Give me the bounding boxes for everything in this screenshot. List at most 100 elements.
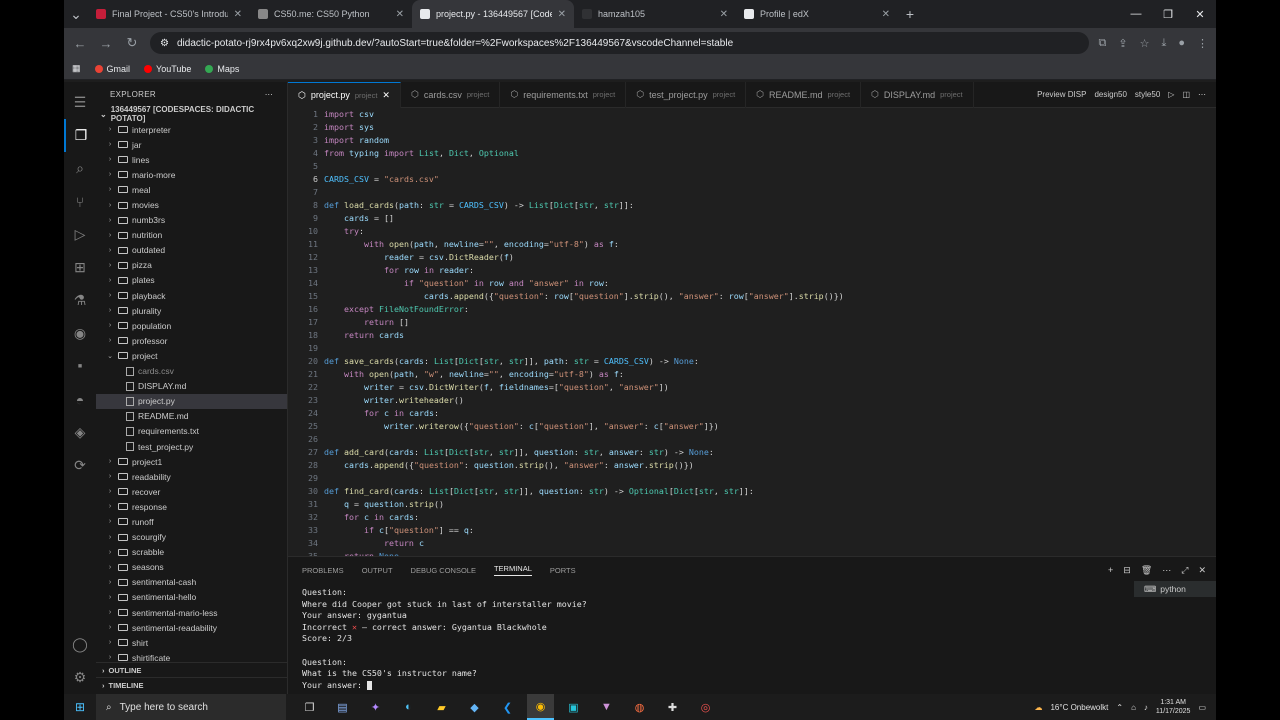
folder-item[interactable]: › runoff bbox=[96, 514, 287, 529]
share-icon[interactable]: ⇪ bbox=[1118, 37, 1127, 50]
browser-tab[interactable]: Final Project - CS50's Introduct ✕ bbox=[88, 0, 250, 28]
folder-item[interactable]: › numb3rs bbox=[96, 213, 287, 228]
bookmark-item[interactable]: Gmail bbox=[94, 64, 130, 74]
clock[interactable]: 1:31 AM 11/17/2025 bbox=[1156, 698, 1191, 716]
close-panel-icon[interactable]: ✕ bbox=[1198, 565, 1206, 576]
file-item[interactable]: requirements.txt bbox=[96, 424, 287, 439]
folder-item[interactable]: › seasons bbox=[96, 560, 287, 575]
task-view-icon[interactable]: ❐ bbox=[296, 694, 323, 720]
code-editor[interactable]: 1 import csv 2 import sys 3 import random 4 fro… bbox=[288, 108, 1216, 556]
new-terminal-icon[interactable]: + bbox=[1108, 565, 1113, 576]
browser-tab[interactable]: Profile | edX ✕ bbox=[736, 0, 898, 28]
folder-item[interactable]: › sentimental-mario-less bbox=[96, 605, 287, 620]
notification-icon[interactable]: ▭ bbox=[1198, 703, 1206, 712]
git-icon[interactable]: ✚ bbox=[659, 694, 686, 720]
editor-tab[interactable]: ⬡ project.py project ✕ bbox=[288, 81, 401, 108]
notepad-icon[interactable]: ▣ bbox=[560, 694, 587, 720]
folder-item[interactable]: › readability bbox=[96, 469, 287, 484]
menu-icon[interactable]: ☰ bbox=[64, 86, 96, 119]
folder-item[interactable]: › response bbox=[96, 499, 287, 514]
folder-item[interactable]: › plates bbox=[96, 273, 287, 288]
editor-tab[interactable]: ⬡ README.md project bbox=[746, 81, 862, 108]
editor-tab[interactable]: ⬡ cards.csv project bbox=[401, 81, 501, 108]
github-icon[interactable]: ◉ bbox=[64, 317, 96, 350]
more-actions-icon[interactable]: ⋯ bbox=[1162, 565, 1171, 576]
minimize-icon[interactable]: — bbox=[1120, 0, 1152, 28]
remote-icon[interactable]: ⟳ bbox=[64, 449, 96, 482]
more-actions-icon[interactable]: ⋯ bbox=[1198, 90, 1206, 99]
reload-icon[interactable]: ↻ bbox=[124, 35, 140, 51]
package-icon[interactable]: ◈ bbox=[64, 416, 96, 449]
file-item[interactable]: project.py bbox=[96, 393, 287, 409]
close-icon[interactable]: ✕ bbox=[382, 90, 390, 101]
folder-item[interactable]: › plurality bbox=[96, 303, 287, 318]
volume-icon[interactable]: ♪ bbox=[1144, 703, 1148, 712]
bookmark-star-icon[interactable]: ☆ bbox=[1140, 37, 1150, 50]
weather-icon[interactable]: ☁ bbox=[1034, 703, 1042, 712]
settings-gear-icon[interactable]: ⚙ bbox=[64, 661, 96, 694]
source-control-icon[interactable]: ⑂ bbox=[64, 185, 96, 218]
windows-start-icon[interactable]: ⊞ bbox=[64, 700, 96, 714]
panel-tab-ports[interactable]: PORTS bbox=[550, 566, 576, 575]
download-icon[interactable]: ⤓ bbox=[1161, 37, 1166, 50]
timeline-section[interactable]: › TIMELINE bbox=[96, 677, 287, 692]
tab-search-icon[interactable]: ⌄ bbox=[64, 0, 88, 28]
folder-item[interactable]: › jar bbox=[96, 137, 287, 152]
chevron-up-icon[interactable]: ⌃ bbox=[1116, 703, 1123, 712]
folder-item[interactable]: ⌄ project bbox=[96, 348, 287, 363]
menu-kebab-icon[interactable]: ⋮ bbox=[1197, 37, 1208, 50]
folder-item[interactable]: › sentimental-hello bbox=[96, 590, 287, 605]
chrome-icon[interactable]: ◉ bbox=[527, 694, 554, 720]
terminal-prompt[interactable]: Your answer: bbox=[302, 680, 1122, 692]
folder-item[interactable]: › mario-more bbox=[96, 167, 287, 182]
style50-button[interactable]: style50 bbox=[1135, 90, 1160, 99]
folder-item[interactable]: › sentimental-readability bbox=[96, 620, 287, 635]
folder-item[interactable]: › interpreter bbox=[96, 122, 287, 137]
vpn-icon[interactable]: ▼ bbox=[593, 694, 620, 720]
file-explorer-icon[interactable]: ▰ bbox=[428, 694, 455, 720]
edge-icon[interactable]: ◐ bbox=[395, 694, 422, 720]
close-icon[interactable]: ✕ bbox=[720, 9, 728, 20]
close-icon[interactable]: ✕ bbox=[558, 9, 566, 20]
bookmark-item[interactable]: Maps bbox=[205, 64, 239, 74]
folder-item[interactable]: › playback bbox=[96, 288, 287, 303]
terminal-output[interactable]: Question: Where did Cooper got stuck in … bbox=[302, 587, 1122, 691]
folder-item[interactable]: › movies bbox=[96, 197, 287, 212]
folder-item[interactable]: › nutrition bbox=[96, 228, 287, 243]
panel-tab-output[interactable]: OUTPUT bbox=[362, 566, 393, 575]
maximize-panel-icon[interactable]: ⤢ bbox=[1181, 565, 1188, 576]
copilot-icon[interactable]: ✦ bbox=[362, 694, 389, 720]
close-icon[interactable]: ✕ bbox=[882, 9, 890, 20]
folder-item[interactable]: › shirt bbox=[96, 635, 287, 650]
vscode-icon[interactable]: ❮ bbox=[494, 694, 521, 720]
folder-item[interactable]: › pizza bbox=[96, 258, 287, 273]
folder-item[interactable]: › outdated bbox=[96, 243, 287, 258]
folder-item[interactable]: › sentimental-cash bbox=[96, 575, 287, 590]
file-item[interactable]: DISPLAY.md bbox=[96, 379, 287, 394]
terminal-list-item[interactable]: ⌨ python bbox=[1134, 581, 1216, 597]
search-icon[interactable]: ⌕ bbox=[64, 152, 96, 185]
new-tab-icon[interactable]: + bbox=[898, 0, 922, 28]
cs50-icon[interactable]: ■ bbox=[64, 350, 96, 383]
browser-tab[interactable]: project.py - 136449567 [Codesp ✕ bbox=[412, 0, 574, 28]
brave-icon[interactable]: ◍ bbox=[626, 694, 653, 720]
close-icon[interactable]: ✕ bbox=[234, 9, 242, 20]
split-editor-icon[interactable]: ◫ bbox=[1182, 90, 1190, 99]
weather-text[interactable]: 16°C Onbewolkt bbox=[1050, 703, 1108, 712]
url-input[interactable]: ⚙ didactic-potato-rj9rx4pv6xq2xw9j.githu… bbox=[150, 32, 1089, 54]
python-app-icon[interactable]: ◆ bbox=[461, 694, 488, 720]
preview-tab[interactable]: Preview DISP bbox=[1037, 90, 1086, 99]
browser-tab[interactable]: hamzah105 ✕ bbox=[574, 0, 736, 28]
workspace-root[interactable]: ⌄ 136449567 [CODESPACES: DIDACTIC POTATO… bbox=[96, 105, 287, 123]
folder-item[interactable]: › scourgify bbox=[96, 530, 287, 545]
editor-tab[interactable]: ⬡ test_project.py project bbox=[626, 81, 747, 108]
folder-item[interactable]: › recover bbox=[96, 484, 287, 499]
site-info-icon[interactable]: ⚙ bbox=[160, 38, 169, 49]
account-icon[interactable]: ◯ bbox=[64, 628, 96, 661]
run-debug-icon[interactable]: ▷ bbox=[64, 218, 96, 251]
split-terminal-icon[interactable]: ⊟ bbox=[1123, 565, 1131, 576]
folder-item[interactable]: › population bbox=[96, 318, 287, 333]
extensions-icon[interactable]: ⊞ bbox=[64, 251, 96, 284]
folder-item[interactable]: › lines bbox=[96, 152, 287, 167]
folder-item[interactable]: › project1 bbox=[96, 454, 287, 469]
